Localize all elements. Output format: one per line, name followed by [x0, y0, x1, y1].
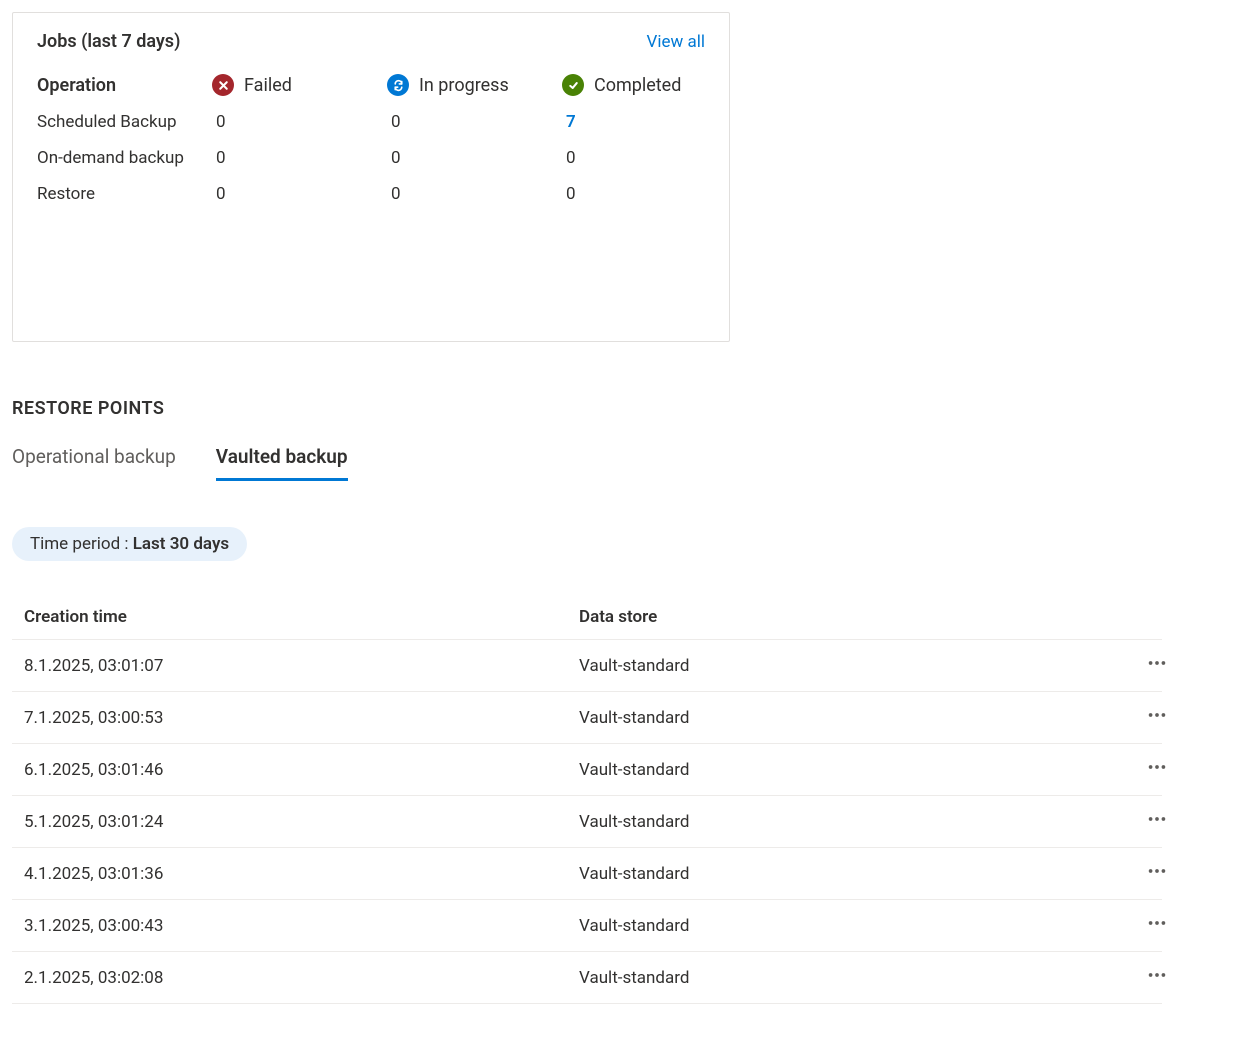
completed-count: 0: [562, 180, 707, 204]
cell-creation-time: 2.1.2025, 03:02:08: [24, 968, 579, 988]
completed-icon: [562, 74, 584, 96]
ellipsis-icon: [1146, 964, 1168, 991]
restore-points-tabs: Operational backup Vaulted backup: [12, 445, 1244, 481]
restore-points-table: Creation time Data store 8.1.2025, 03:01…: [12, 607, 1162, 1004]
in-progress-header: In progress: [387, 74, 562, 96]
cell-data-store: Vault-standard: [579, 708, 1109, 728]
cell-data-store: Vault-standard: [579, 812, 1109, 832]
table-row: 7.1.2025, 03:00:53Vault-standard: [12, 692, 1162, 744]
jobs-grid: Operation Failed In progress Completed S…: [37, 74, 705, 204]
failed-icon: [212, 74, 234, 96]
jobs-title: Jobs (last 7 days): [37, 31, 180, 52]
operation-header: Operation: [37, 75, 212, 96]
restore-points-title: RESTORE POINTS: [12, 398, 1244, 419]
failed-count: 0: [212, 108, 387, 132]
row-actions-button[interactable]: [1109, 704, 1174, 731]
completed-label: Completed: [594, 75, 681, 96]
pill-label: Time period :: [30, 534, 133, 554]
table-row: 6.1.2025, 03:01:46Vault-standard: [12, 744, 1162, 796]
jobs-card-header: Jobs (last 7 days) View all: [37, 31, 705, 52]
tab-vaulted-backup[interactable]: Vaulted backup: [216, 445, 348, 481]
pill-value: Last 30 days: [133, 534, 229, 554]
ellipsis-icon: [1146, 912, 1168, 939]
in-progress-count: 0: [387, 108, 562, 132]
col-data-store: Data store: [579, 607, 1109, 627]
cell-data-store: Vault-standard: [579, 864, 1109, 884]
cell-creation-time: 4.1.2025, 03:01:36: [24, 864, 579, 884]
tab-operational-backup[interactable]: Operational backup: [12, 445, 176, 481]
table-row: 4.1.2025, 03:01:36Vault-standard: [12, 848, 1162, 900]
ellipsis-icon: [1146, 704, 1168, 731]
time-period-pill[interactable]: Time period : Last 30 days: [12, 527, 247, 561]
in-progress-icon: [387, 74, 409, 96]
jobs-card: Jobs (last 7 days) View all Operation Fa…: [12, 12, 730, 342]
failed-header: Failed: [212, 74, 387, 96]
in-progress-count: 0: [387, 144, 562, 168]
completed-header: Completed: [562, 74, 707, 96]
ellipsis-icon: [1146, 860, 1168, 887]
failed-count: 0: [212, 144, 387, 168]
table-row: 5.1.2025, 03:01:24Vault-standard: [12, 796, 1162, 848]
operation-cell: Scheduled Backup: [37, 108, 212, 132]
row-actions-button[interactable]: [1109, 756, 1174, 783]
row-actions-button[interactable]: [1109, 808, 1174, 835]
col-creation-time: Creation time: [24, 607, 579, 627]
cell-creation-time: 7.1.2025, 03:00:53: [24, 708, 579, 728]
table-row: 2.1.2025, 03:02:08Vault-standard: [12, 952, 1162, 1004]
row-actions-button[interactable]: [1109, 964, 1174, 991]
operation-cell: Restore: [37, 180, 212, 204]
cell-data-store: Vault-standard: [579, 760, 1109, 780]
cell-creation-time: 6.1.2025, 03:01:46: [24, 760, 579, 780]
cell-creation-time: 3.1.2025, 03:00:43: [24, 916, 579, 936]
table-header: Creation time Data store: [12, 607, 1162, 640]
completed-count: 0: [562, 144, 707, 168]
in-progress-label: In progress: [419, 75, 509, 96]
cell-creation-time: 8.1.2025, 03:01:07: [24, 656, 579, 676]
cell-creation-time: 5.1.2025, 03:01:24: [24, 812, 579, 832]
ellipsis-icon: [1146, 808, 1168, 835]
table-row: 3.1.2025, 03:00:43Vault-standard: [12, 900, 1162, 952]
row-actions-button[interactable]: [1109, 860, 1174, 887]
cell-data-store: Vault-standard: [579, 656, 1109, 676]
row-actions-button[interactable]: [1109, 912, 1174, 939]
in-progress-count: 0: [387, 180, 562, 204]
ellipsis-icon: [1146, 756, 1168, 783]
completed-count-link[interactable]: 7: [562, 108, 707, 132]
failed-count: 0: [212, 180, 387, 204]
cell-data-store: Vault-standard: [579, 916, 1109, 936]
failed-label: Failed: [244, 75, 292, 96]
view-all-link[interactable]: View all: [647, 32, 705, 52]
table-row: 8.1.2025, 03:01:07Vault-standard: [12, 640, 1162, 692]
ellipsis-icon: [1146, 652, 1168, 679]
operation-cell: On-demand backup: [37, 144, 212, 168]
row-actions-button[interactable]: [1109, 652, 1174, 679]
cell-data-store: Vault-standard: [579, 968, 1109, 988]
